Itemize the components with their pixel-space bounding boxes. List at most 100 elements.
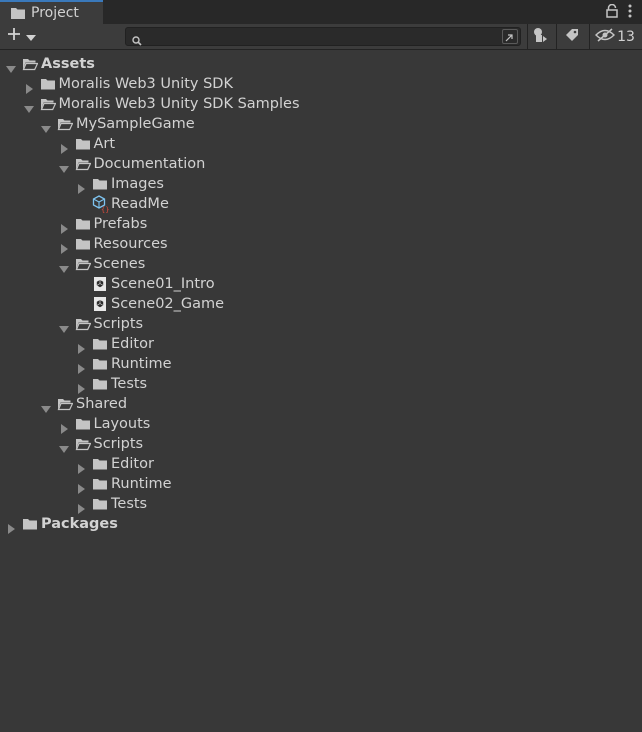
tree-row[interactable]: Tests <box>0 494 642 514</box>
create-button[interactable] <box>6 26 42 46</box>
expand-arrow-right-icon[interactable] <box>59 419 69 434</box>
tree-item-label: Assets <box>41 56 95 72</box>
expand-arrow-down-icon[interactable] <box>41 399 51 413</box>
chevron-down-icon <box>26 27 36 46</box>
tree-row[interactable]: Scene01_Intro <box>0 274 642 294</box>
tree-item-label: Resources <box>93 236 168 252</box>
folder-icon <box>92 496 108 512</box>
shapes-icon <box>533 27 549 47</box>
expand-arrow-down-icon[interactable] <box>58 259 69 273</box>
scene-icon <box>92 276 108 292</box>
folder-icon <box>75 216 91 232</box>
folder-icon <box>92 456 108 472</box>
expand-arrow-down-icon[interactable] <box>23 99 34 113</box>
tree-row[interactable]: Images <box>0 174 642 194</box>
tree-row[interactable]: Art <box>0 134 642 154</box>
tree-row[interactable]: Scripts <box>0 314 642 334</box>
more-options-icon[interactable] <box>628 3 632 22</box>
expand-arrow-right-icon[interactable] <box>24 79 34 94</box>
folder-icon <box>92 176 108 192</box>
tree-row[interactable]: Layouts <box>0 414 642 434</box>
folder-open-icon <box>57 396 74 412</box>
tab-project[interactable]: Project <box>0 0 103 24</box>
expand-arrow-right-icon[interactable] <box>6 519 16 534</box>
tree-row[interactable]: Editor <box>0 454 642 474</box>
folder-icon <box>92 356 108 372</box>
expand-arrow-down-icon[interactable] <box>58 319 69 333</box>
toolbar-separator <box>589 24 590 50</box>
tree-row[interactable]: Resources <box>0 234 642 254</box>
svg-text:{}: {} <box>101 206 109 213</box>
tree-row[interactable]: Moralis Web3 Unity SDK Samples <box>0 94 642 114</box>
tree-item-label: Packages <box>41 516 118 532</box>
search-box[interactable] <box>125 27 521 46</box>
expand-arrow-right-icon[interactable] <box>76 359 86 374</box>
expand-arrow-right-icon[interactable] <box>59 139 69 154</box>
tree-row[interactable]: Moralis Web3 Unity SDK <box>0 74 642 94</box>
tree-row[interactable]: Runtime <box>0 474 642 494</box>
tree-row[interactable]: Scripts <box>0 434 642 454</box>
expand-arrow-right-icon[interactable] <box>76 479 86 494</box>
eye-slash-icon <box>595 27 616 46</box>
tree-row[interactable]: Editor <box>0 334 642 354</box>
tree-row[interactable]: Prefabs <box>0 214 642 234</box>
filter-by-label-button[interactable] <box>557 24 587 49</box>
search-input[interactable] <box>146 28 496 45</box>
tree-item-label: Editor <box>111 456 154 472</box>
filter-by-type-button[interactable] <box>528 24 554 49</box>
expand-arrow-down-icon[interactable] <box>6 59 16 73</box>
tab-actions <box>606 3 632 21</box>
expand-arrow-right-icon[interactable] <box>76 339 86 354</box>
tree-row[interactable]: Scene02_Game <box>0 294 642 314</box>
folder-open-icon <box>22 56 39 72</box>
folder-icon <box>75 236 91 252</box>
tree-row[interactable]: MySampleGame <box>0 114 642 134</box>
tree-row[interactable]: Packages <box>0 514 642 534</box>
expand-arrow-right-icon[interactable] <box>76 499 86 514</box>
tree-item-label: Runtime <box>111 476 172 492</box>
tree-row[interactable]: Runtime <box>0 354 642 374</box>
expand-arrow-right-icon[interactable] <box>76 459 86 474</box>
tree-item-label: Scripts <box>93 436 144 452</box>
project-window: Project 13 Assets Moralis Web3 Unity SDK… <box>0 0 642 732</box>
folder-open-icon <box>75 156 91 172</box>
project-tree: Assets Moralis Web3 Unity SDK Moralis Web3… <box>0 54 642 732</box>
tree-item-label: ReadMe <box>111 196 169 212</box>
tree-item-label: Shared <box>76 396 128 412</box>
folder-icon <box>75 136 91 152</box>
expand-arrow-right-icon[interactable] <box>59 239 69 254</box>
tab-bar: Project <box>0 0 642 24</box>
lock-icon[interactable] <box>606 3 618 22</box>
scene-icon <box>92 296 108 312</box>
expand-arrow-down-icon[interactable] <box>58 439 69 453</box>
expand-arrow-right-icon[interactable] <box>76 379 86 394</box>
folder-open-icon <box>40 96 56 112</box>
search-icon <box>132 31 142 50</box>
toggle-hidden-packages-button[interactable]: 13 <box>592 24 638 49</box>
folder-open-icon <box>75 256 91 272</box>
toolbar: 13 <box>0 24 642 50</box>
expand-arrow-down-icon[interactable] <box>58 159 69 173</box>
tree-row[interactable]: Assets <box>0 54 642 74</box>
folder-icon <box>22 516 38 532</box>
tree-row[interactable]: Tests <box>0 374 642 394</box>
folder-icon <box>40 76 56 92</box>
tree-item-label: Runtime <box>111 356 172 372</box>
expand-arrow-right-icon[interactable] <box>59 219 69 234</box>
tree-item-label: Layouts <box>93 416 151 432</box>
tree-row[interactable]: Scenes <box>0 254 642 274</box>
tree-item-label: Tests <box>111 376 148 392</box>
folder-icon <box>75 416 91 432</box>
folder-open-icon <box>75 316 91 332</box>
tree-row[interactable]: {} ReadMe <box>0 194 642 214</box>
tree-row[interactable]: Documentation <box>0 154 642 174</box>
search-by-type-icon[interactable] <box>502 29 518 44</box>
tag-icon <box>564 27 580 47</box>
folder-open-icon <box>57 116 74 132</box>
scriptable-object-icon: {} <box>92 195 109 214</box>
tree-row[interactable]: Shared <box>0 394 642 414</box>
expand-arrow-right-icon[interactable] <box>76 179 86 194</box>
tree-item-label: Moralis Web3 Unity SDK Samples <box>58 96 300 112</box>
tree-item-label: Tests <box>111 496 148 512</box>
expand-arrow-down-icon[interactable] <box>41 119 51 133</box>
